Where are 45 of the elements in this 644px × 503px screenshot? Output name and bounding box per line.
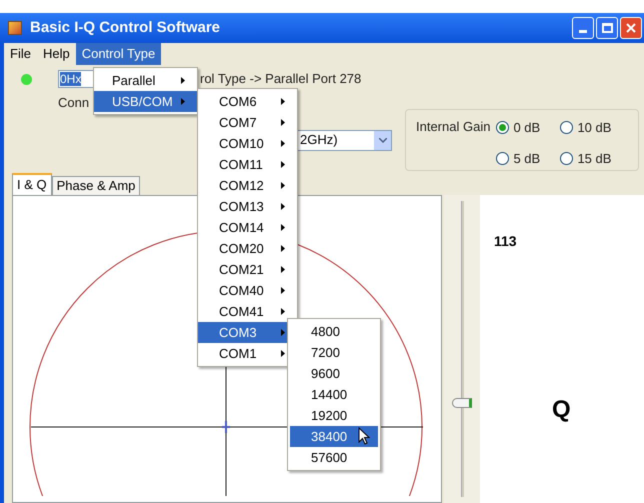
menu-item[interactable]: COM12	[198, 175, 297, 196]
gain-label: Internal Gain	[416, 118, 490, 136]
menu-item[interactable]: COM14	[198, 217, 297, 238]
maximize-button[interactable]	[596, 17, 618, 39]
menu-item[interactable]: COM10	[198, 133, 297, 154]
menu-item[interactable]: COM20	[198, 238, 297, 259]
dropdown-value: 2GHz)	[300, 131, 338, 150]
menu-item[interactable]: COM21	[198, 259, 297, 280]
menu-item[interactable]: 19200	[290, 405, 378, 426]
radio-button[interactable]	[560, 120, 574, 134]
menu-item[interactable]: COM11	[198, 154, 297, 175]
menu-item[interactable]: COM41	[198, 301, 297, 322]
minimize-button[interactable]	[572, 17, 594, 39]
window-title: Basic I-Q Control Software	[30, 18, 220, 38]
radio-button[interactable]	[496, 152, 510, 166]
q-value: 113	[494, 232, 517, 250]
menu-bar-item[interactable]: File	[4, 43, 37, 65]
menu-item[interactable]: COM40	[198, 280, 297, 301]
tab[interactable]: Phase & Amp	[52, 176, 140, 194]
app-icon	[8, 21, 22, 35]
close-button[interactable]	[620, 17, 642, 39]
radio-button[interactable]	[496, 120, 510, 134]
connection-label: Conn	[58, 94, 90, 112]
radio-button[interactable]	[560, 152, 574, 166]
menu-bar-item[interactable]: Help	[36, 43, 76, 65]
close-icon	[626, 23, 636, 33]
q-label: Q	[552, 394, 571, 424]
menu-item[interactable]: 57600	[290, 447, 378, 468]
radio-label: 5 dB	[513, 150, 540, 168]
radio-label: 15 dB	[577, 150, 612, 168]
menu-item[interactable]: 7200	[290, 342, 378, 363]
menu-item[interactable]: COM6	[198, 91, 297, 112]
menu-item[interactable]: COM13	[198, 196, 297, 217]
slider-thumb[interactable]	[452, 398, 472, 408]
menu-item[interactable]: 14400	[290, 384, 378, 405]
menu-item[interactable]: 38400	[290, 426, 378, 447]
menu-bar-item[interactable]: Control Type	[76, 43, 162, 65]
menu-item[interactable]: 9600	[290, 363, 378, 384]
menu-item[interactable]: USB/COM	[94, 91, 197, 112]
menu-item[interactable]: COM7	[198, 112, 297, 133]
radio-label: 10 dB	[577, 118, 612, 136]
tab[interactable]: I & Q	[12, 172, 52, 194]
control-type-label: rol Type -> Parallel Port 278	[200, 70, 362, 88]
mouse-cursor-icon	[358, 427, 370, 446]
radio-label: 0 dB	[513, 118, 540, 136]
